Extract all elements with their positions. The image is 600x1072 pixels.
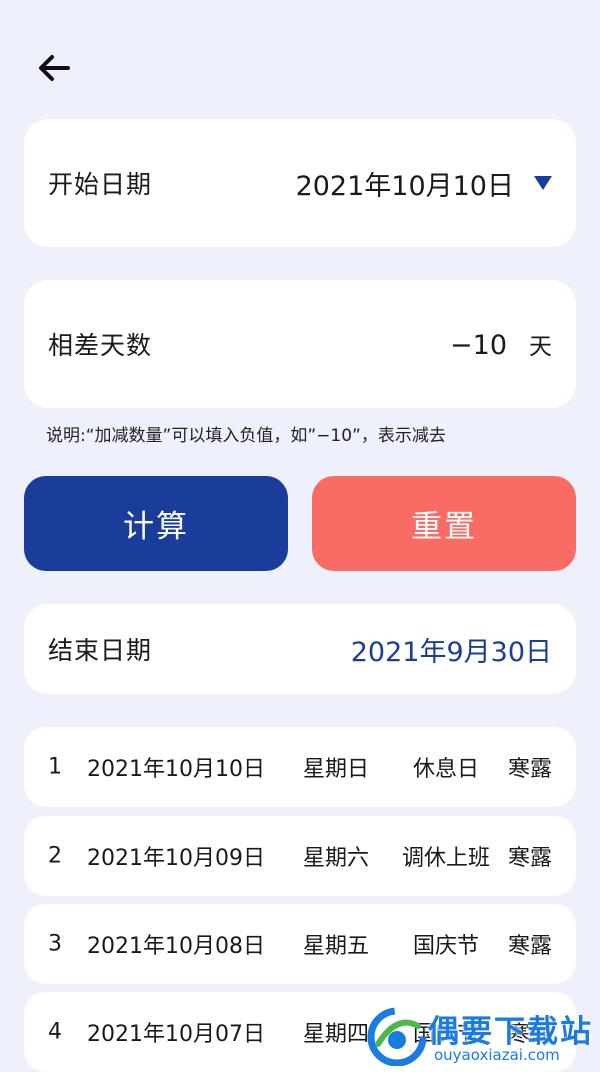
days-diff-row[interactable]: 相差天数 −10 天 [24,280,576,408]
row-day-type: 国庆节 [412,934,479,959]
row-index: 4 [48,1019,62,1045]
watermark-title: 偶要下载站 [428,1014,593,1050]
end-date-row: 结束日期 2021年9月30日 [24,604,576,694]
start-date-picker[interactable]: 2021年10月10日 [296,164,552,203]
row-index: 2 [48,843,62,869]
row-date: 2021年10月08日 [87,934,265,959]
triangle-down-icon [534,176,552,190]
row-solar-term: 寒露 [508,757,553,782]
calculate-button[interactable]: 计算 [24,476,288,571]
end-date-value: 2021年9月30日 [350,636,552,668]
reset-button[interactable]: 重置 [312,476,576,571]
days-diff-value: −10 [450,330,507,361]
end-date-label: 结束日期 [48,636,153,665]
row-date: 2021年10月10日 [87,757,265,782]
row-weekday: 星期五 [303,934,370,959]
row-date: 2021年10月07日 [87,1022,265,1047]
back-button[interactable] [34,48,74,88]
watermark-url: ouyaoxiazai.com [434,1046,560,1064]
row-weekday: 星期日 [303,757,370,782]
days-unit: 天 [529,334,552,360]
days-diff-label: 相差天数 [48,331,153,360]
days-diff-input[interactable]: −10 天 [450,327,552,361]
row-index: 1 [48,754,62,780]
row-day-type: 调休上班 [401,846,490,871]
instruction-note: 说明:“加减数量”可以填入负值，如”−10”，表示减去 [46,426,446,446]
watermark: 偶要下载站 ouyaoxiazai.com [362,1000,600,1070]
list-item: 2 2021年10月09日 星期六 调休上班 寒露 [24,816,576,896]
row-weekday: 星期四 [303,1022,370,1047]
start-date-label: 开始日期 [48,170,153,199]
row-solar-term: 寒露 [508,846,553,871]
arrow-left-icon [39,55,70,81]
start-date-value: 2021年10月10日 [295,170,514,202]
row-solar-term: 寒露 [508,934,553,959]
row-index: 3 [48,931,62,957]
watermark-logo-icon [367,1007,427,1066]
start-date-row[interactable]: 开始日期 2021年10月10日 [24,119,576,247]
row-weekday: 星期六 [303,846,370,871]
row-date: 2021年10月09日 [87,846,265,871]
list-item: 1 2021年10月10日 星期日 休息日 寒露 [24,727,576,807]
list-item: 3 2021年10月08日 星期五 国庆节 寒露 [24,904,576,984]
row-day-type: 休息日 [412,757,479,782]
